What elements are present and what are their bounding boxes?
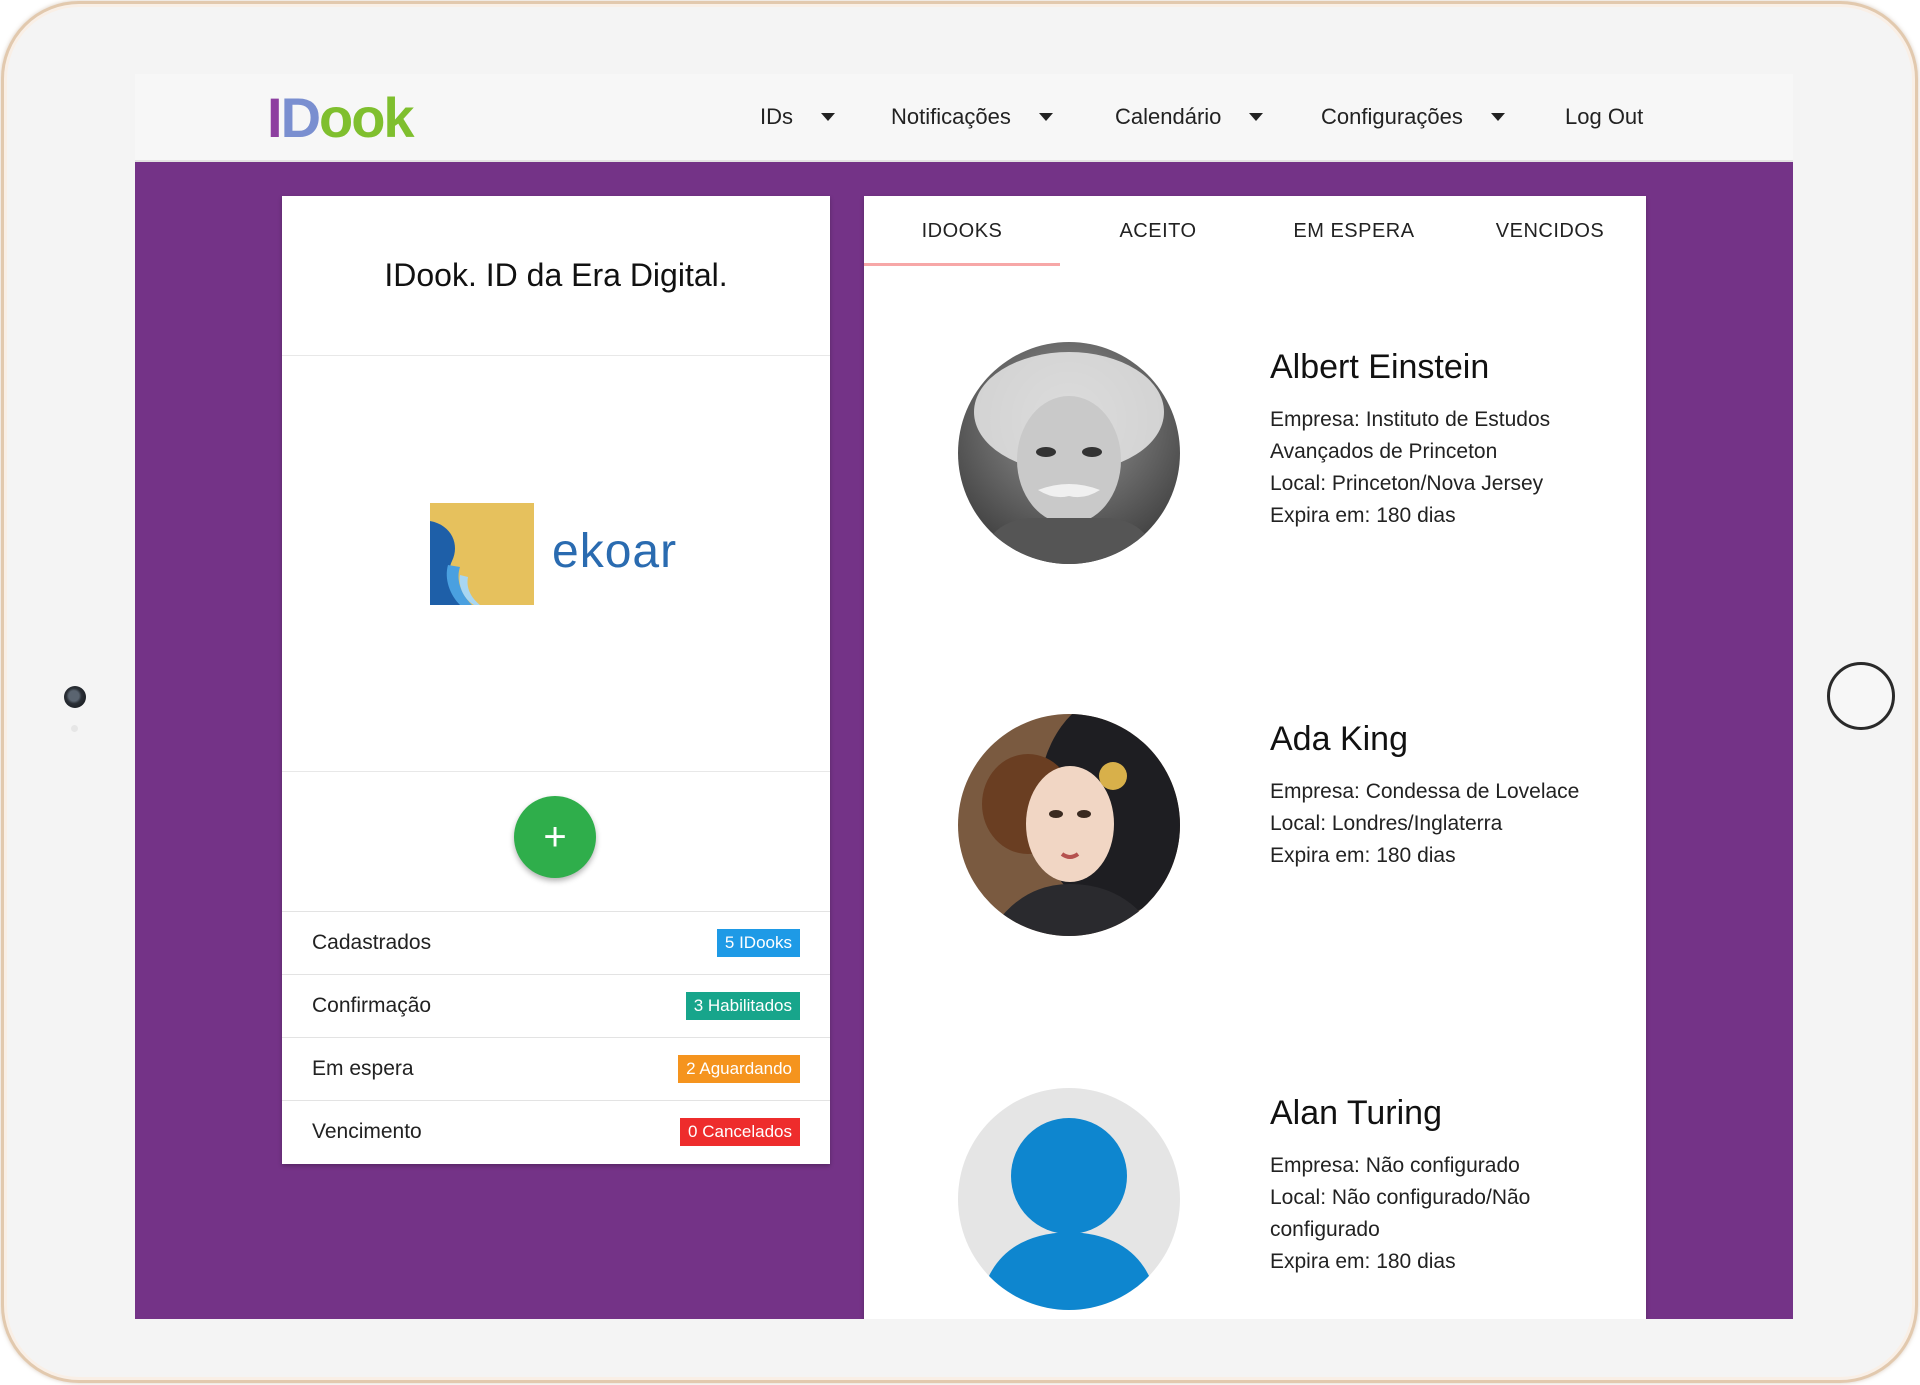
person-expiry: Expira em: 180 dias	[1270, 1250, 1456, 1273]
person-card[interactable]: Alan Turing Empresa: Não configurado Loc…	[864, 1088, 1646, 1319]
person-details: Empresa: Não configurado Local: Não conf…	[1270, 1150, 1610, 1278]
nav-notificacoes-label: Notificações	[891, 104, 1011, 129]
nav-menu: IDs Notificações Calendário Configuraçõe…	[135, 74, 1793, 160]
stat-row-cadastrados: Cadastrados 5 IDooks	[282, 911, 830, 974]
tablet-frame: IDook IDs Notificações Calendário Config…	[1, 1, 1918, 1383]
nav-configuracoes-label: Configurações	[1321, 104, 1463, 129]
tab-aceito[interactable]: ACEITO	[1060, 196, 1256, 266]
stat-label: Vencimento	[312, 1120, 422, 1143]
person-company: Empresa: Condessa de Lovelace	[1270, 780, 1580, 803]
screen: IDook IDs Notificações Calendário Config…	[135, 74, 1793, 1319]
caret-down-icon	[1038, 113, 1053, 121]
caret-down-icon	[821, 113, 835, 121]
stat-label: Em espera	[312, 1057, 414, 1080]
company-logo-area: ekoar	[282, 356, 830, 772]
person-company: Empresa: Não configurado	[1270, 1154, 1520, 1177]
person-card[interactable]: Ada King Empresa: Condessa de Lovelace L…	[864, 714, 1646, 1014]
person-location: Local: Princeton/Nova Jersey	[1270, 472, 1544, 495]
ekoar-logo-icon	[430, 503, 534, 605]
stats-list: Cadastrados 5 IDooks Confirmação 3 Habil…	[282, 911, 830, 1163]
tab-em-espera[interactable]: EM ESPERA	[1256, 196, 1452, 266]
person-company: Empresa: Instituto de Estudos Avançados …	[1270, 408, 1551, 463]
stat-row-em-espera: Em espera 2 Aguardando	[282, 1037, 830, 1100]
status-badge: 5 IDooks	[716, 928, 800, 958]
nav-calendario[interactable]: Calendário	[1115, 74, 1264, 160]
ekoar-wordmark: ekoar	[552, 525, 678, 578]
sensor-dot	[71, 725, 78, 732]
person-location: Local: Londres/Inglaterra	[1270, 812, 1503, 835]
person-location: Local: Não configurado/Não configurado	[1270, 1186, 1531, 1241]
tab-bar: IDOOKS ACEITO EM ESPERA VENCIDOS	[864, 196, 1646, 266]
nav-logout-label: Log Out	[1565, 104, 1644, 129]
nav-logout[interactable]: Log Out	[1565, 74, 1643, 160]
caret-down-icon	[1249, 113, 1264, 121]
status-badge: 0 Cancelados	[680, 1117, 800, 1147]
person-expiry: Expira em: 180 dias	[1270, 504, 1456, 527]
status-badge: 3 Habilitados	[685, 991, 800, 1021]
nav-calendario-label: Calendário	[1115, 104, 1222, 129]
home-button[interactable]	[1827, 662, 1895, 730]
avatar	[958, 714, 1180, 936]
summary-card: IDook. ID da Era Digital. ekoar + Cadast…	[282, 196, 830, 1164]
caret-down-icon	[1490, 113, 1505, 121]
person-card[interactable]: Albert Einstein Empresa: Instituto de Es…	[864, 342, 1646, 642]
person-expiry: Expira em: 180 dias	[1270, 844, 1456, 867]
nav-notificacoes[interactable]: Notificações	[891, 74, 1053, 160]
nav-configuracoes[interactable]: Configurações	[1321, 74, 1505, 160]
stat-row-confirmacao: Confirmação 3 Habilitados	[282, 974, 830, 1037]
person-name: Ada King	[1270, 720, 1408, 758]
status-badge: 2 Aguardando	[678, 1054, 800, 1084]
idooks-card: IDOOKS ACEITO EM ESPERA VENCIDOS Albert …	[864, 196, 1646, 1319]
tab-vencidos[interactable]: VENCIDOS	[1452, 196, 1648, 266]
person-name: Alan Turing	[1270, 1094, 1442, 1132]
default-user-icon	[958, 1088, 1180, 1310]
avatar	[958, 342, 1180, 564]
nav-ids[interactable]: IDs	[760, 74, 835, 160]
nav-ids-label: IDs	[760, 104, 793, 129]
stat-label: Cadastrados	[312, 931, 432, 954]
person-details: Empresa: Condessa de Lovelace Local: Lon…	[1270, 776, 1610, 872]
stat-label: Confirmação	[312, 994, 432, 1017]
active-tab-indicator	[864, 263, 1060, 266]
card-title: IDook. ID da Era Digital.	[282, 196, 830, 356]
camera-icon	[64, 686, 86, 708]
person-name: Albert Einstein	[1270, 348, 1490, 386]
add-button[interactable]: +	[514, 796, 596, 878]
tab-idooks[interactable]: IDOOKS	[864, 196, 1060, 266]
top-navbar: IDook IDs Notificações Calendário Config…	[135, 74, 1793, 162]
stat-row-vencimento: Vencimento 0 Cancelados	[282, 1100, 830, 1163]
person-details: Empresa: Instituto de Estudos Avançados …	[1270, 404, 1610, 532]
